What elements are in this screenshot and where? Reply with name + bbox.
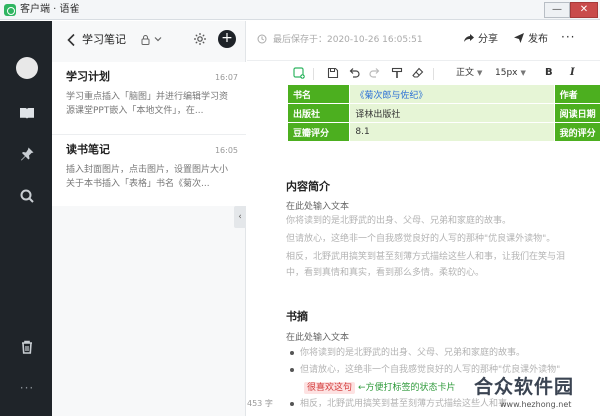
search-icon[interactable] — [19, 188, 35, 204]
table-cell[interactable]: 译林出版社 — [349, 103, 555, 123]
pin-icon[interactable] — [19, 146, 35, 162]
note-item[interactable]: 学习计划 16:07 学习重点插入「脑图」并进行编辑学习资源课堂PPT嵌入「本地… — [52, 62, 246, 134]
table-row: 书名 《菊次郎与佐纪》 作者 — [286, 84, 600, 104]
share-button[interactable]: 分享 — [463, 32, 498, 47]
chevron-down-icon: ▼ — [520, 69, 526, 77]
minimize-button[interactable]: — — [544, 2, 570, 18]
more-icon[interactable]: ··· — [19, 382, 35, 399]
avatar[interactable] — [16, 57, 38, 79]
note-time: 16:07 — [214, 73, 238, 82]
list-item-text: 你将读到的是北野武的出身、父母、兄弟和家庭的故事。 — [300, 348, 526, 358]
back-icon[interactable] — [66, 33, 76, 47]
share-label: 分享 — [478, 34, 498, 45]
add-note-button[interactable]: + — [218, 30, 236, 48]
table-header-cell: 阅读日期 — [553, 103, 600, 123]
lock-icon — [141, 35, 150, 45]
font-size-value: 15px — [495, 68, 518, 78]
table-row: 豆瓣评分 8.1 我的评分 — [286, 122, 600, 142]
undo-icon[interactable] — [348, 67, 360, 79]
placeholder-text: 在此处输入文本 — [286, 333, 350, 343]
note-list: 学习笔记 + 学习计划 16:07 学习重点插入「脑图」并进行编辑学习资源课堂P… — [52, 21, 246, 416]
toolbar-divider — [313, 68, 314, 80]
paragraph-line: 你将读到的是北野武的出身、父母、兄弟和家庭的故事。 — [286, 216, 512, 226]
eraser-icon[interactable] — [412, 67, 424, 79]
table-header-cell: 作者 — [553, 84, 600, 104]
table-row: 出版社 译林出版社 阅读日期 — [286, 103, 600, 123]
last-saved-text: 最后保存于：2020-10-26 16:05:51 — [273, 35, 423, 45]
trash-icon[interactable] — [19, 339, 35, 355]
note-title: 读书笔记 — [66, 143, 110, 156]
status-card[interactable]: 很喜欢这句 — [304, 382, 356, 394]
paragraph-style-value: 正文 — [456, 68, 475, 78]
placeholder-text: 在此处输入文本 — [286, 202, 350, 212]
chevron-down-icon[interactable] — [154, 35, 162, 43]
publish-label: 发布 — [528, 34, 548, 45]
format-toolbar: 正文 ▼ 15px ▼ B I — [247, 62, 600, 86]
table-header-cell: 出版社 — [286, 103, 351, 123]
list-item: 你将读到的是北野武的出身、父母、兄弟和家庭的故事。 — [289, 346, 526, 360]
insert-icon[interactable] — [293, 67, 305, 79]
gear-icon[interactable] — [193, 32, 207, 46]
send-icon — [514, 33, 524, 43]
more-options-button[interactable]: ··· — [561, 30, 575, 44]
note-title: 学习计划 — [66, 70, 110, 83]
table-cell[interactable]: 《菊次郎与佐纪》 — [349, 84, 555, 104]
word-count: 453 字 — [247, 399, 273, 408]
window-title: 客户端 · 语雀 — [20, 4, 80, 15]
redo-icon[interactable] — [369, 67, 381, 79]
editor: 最后保存于：2020-10-26 16:05:51 分享 发布 ··· 正文 ▼ … — [247, 21, 600, 416]
watermark-url: www.hezhong.net — [500, 400, 572, 409]
paragraph-line: 中，看到真情和真实，看到那么多情。柔软的心。 — [286, 268, 485, 278]
title-bar: 客户端 · 语雀 — ✕ — [0, 0, 600, 20]
section-heading: 书摘 — [286, 310, 308, 323]
font-size-select[interactable]: 15px ▼ — [495, 67, 526, 79]
chevron-down-icon: ▼ — [477, 69, 483, 77]
toolbar-divider — [433, 68, 434, 80]
watermark-text: 合众软件园 — [474, 376, 575, 398]
table-header-cell: 我的评分 — [553, 122, 600, 142]
annotation-text: ←方便打标签的状态卡片 — [358, 383, 456, 393]
publish-button[interactable]: 发布 — [513, 32, 548, 47]
save-icon[interactable] — [327, 67, 339, 79]
note-snippet: 插入封面图片，点击图片，设置图片大小关于本书插入「表格」书名《菊次... — [66, 165, 229, 189]
bold-button[interactable]: B — [545, 66, 553, 80]
format-painter-icon[interactable] — [391, 67, 403, 79]
notebook-title[interactable]: 学习笔记 — [82, 33, 126, 47]
notebook-header: 学习笔记 + — [52, 21, 246, 61]
note-snippet: 学习重点插入「脑图」并进行编辑学习资源课堂PPT嵌入「本地文件」，在... — [66, 92, 229, 116]
paragraph-line: 相反，北野武用搞笑到甚至刻薄方式描绘这些人和事，让我们在笑与泪 — [286, 252, 566, 262]
italic-button[interactable]: I — [570, 66, 575, 80]
watermark: 合众软件园 www.hezhong.net — [460, 370, 600, 416]
collapse-sidebar-button[interactable]: ‹ — [234, 206, 246, 228]
section-heading: 内容简介 — [286, 180, 330, 193]
share-icon — [464, 34, 474, 42]
status-card-row: 很喜欢这句 ←方便打标签的状态卡片 — [304, 381, 456, 395]
app-logo-icon — [4, 4, 16, 16]
book-info-table: 书名 《菊次郎与佐纪》 作者 出版社 译林出版社 阅读日期 豆瓣评分 8.1 我… — [286, 84, 600, 142]
table-cell[interactable]: 8.1 — [349, 122, 555, 142]
note-time: 16:05 — [214, 146, 238, 155]
book-icon[interactable] — [19, 105, 35, 121]
clock-icon — [257, 34, 267, 44]
table-header-cell: 豆瓣评分 — [286, 122, 351, 142]
nav-rail: ··· — [0, 21, 52, 416]
table-header-cell: 书名 — [286, 84, 351, 104]
note-item[interactable]: 读书笔记 16:05 插入封面图片，点击图片，设置图片大小关于本书插入「表格」书… — [52, 134, 246, 206]
paragraph-style-select[interactable]: 正文 ▼ — [456, 67, 482, 79]
close-button[interactable]: ✕ — [570, 2, 598, 18]
paragraph-line: 但请放心，这绝非一个自我感觉良好的人写的那种"优良课外读物"。 — [286, 234, 556, 244]
editor-header: 最后保存于：2020-10-26 16:05:51 分享 发布 ··· — [247, 21, 600, 61]
